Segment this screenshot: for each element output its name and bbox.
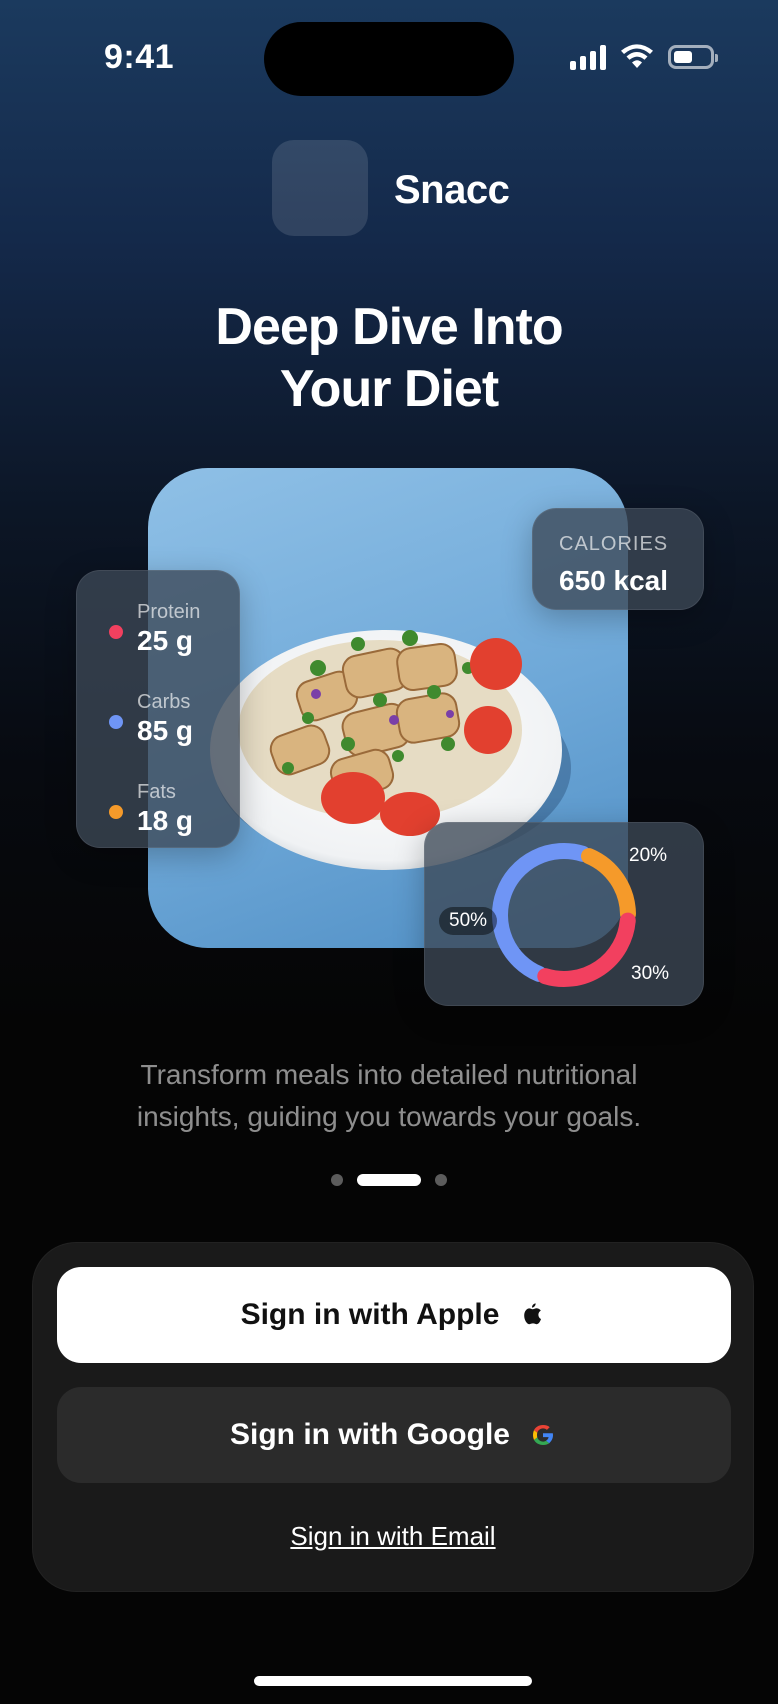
battery-icon (668, 45, 718, 69)
macro-name: Carbs (137, 691, 191, 713)
status-icons (570, 44, 718, 70)
page-title: Deep Dive Into Your Diet (0, 296, 778, 420)
wifi-icon (621, 44, 653, 68)
ring-label-fats: 20% (629, 845, 668, 866)
macro-name: Fats (137, 781, 176, 803)
google-button-label: Sign in with Google (230, 1418, 510, 1451)
title-line-2: Your Diet (279, 360, 499, 418)
sign-in-apple-button[interactable]: Sign in with Apple (57, 1267, 731, 1363)
macro-carbs: Carbs 85 g (77, 673, 239, 753)
title-line-1: Deep Dive Into (215, 298, 563, 356)
macros-card: Protein 25 g Carbs 85 g Fats 18 g (76, 570, 240, 848)
calories-card: CALORIES 650 kcal (532, 508, 704, 610)
calories-label: CALORIES (559, 533, 669, 555)
description: Transform meals into detailed nutritiona… (0, 1054, 778, 1138)
app-name: Snacc (394, 168, 510, 212)
apple-icon (524, 1303, 542, 1325)
sign-in-google-button[interactable]: Sign in with Google (57, 1387, 731, 1483)
macro-fats: Fats 18 g (77, 763, 239, 843)
description-line-2: insights, guiding you towards your goals… (136, 1101, 642, 1132)
pager-dot[interactable] (331, 1174, 343, 1186)
fats-dot (109, 805, 123, 819)
calories-value: 650 kcal (559, 565, 668, 596)
page-indicator (0, 1174, 778, 1186)
ring-segment-fats (581, 848, 636, 922)
macro-protein: Protein 25 g (77, 583, 239, 663)
app-logo (272, 140, 368, 236)
macro-ring-card: 20% 50% 30% (424, 822, 704, 1006)
macro-value: 85 g (137, 715, 194, 746)
status-time: 9:41 (104, 38, 175, 76)
sign-in-email-link[interactable]: Sign in with Email (33, 1521, 753, 1552)
description-line-1: Transform meals into detailed nutritiona… (140, 1059, 638, 1090)
onboarding-screen: 9:41 Snacc Deep Dive Into Your Diet CALO… (0, 0, 778, 1704)
signal-icon (570, 44, 606, 70)
macro-name: Protein (137, 601, 201, 623)
macro-value: 18 g (137, 805, 194, 836)
home-indicator (254, 1676, 532, 1686)
ring-segment-carbs (492, 843, 591, 982)
ring-label-protein: 30% (631, 963, 670, 984)
ring-segment-protein (537, 912, 636, 987)
sign-in-sheet: Sign in with Apple Sign in with Google S… (32, 1242, 754, 1592)
macro-value: 25 g (137, 625, 194, 656)
dynamic-island (264, 22, 514, 96)
protein-dot (109, 625, 123, 639)
pager-dot[interactable] (435, 1174, 447, 1186)
pager-dot[interactable] (357, 1174, 421, 1186)
google-icon (532, 1425, 553, 1445)
ring-label-carbs: 50% (439, 907, 498, 935)
carbs-dot (109, 715, 123, 729)
apple-button-label: Sign in with Apple (240, 1298, 500, 1331)
